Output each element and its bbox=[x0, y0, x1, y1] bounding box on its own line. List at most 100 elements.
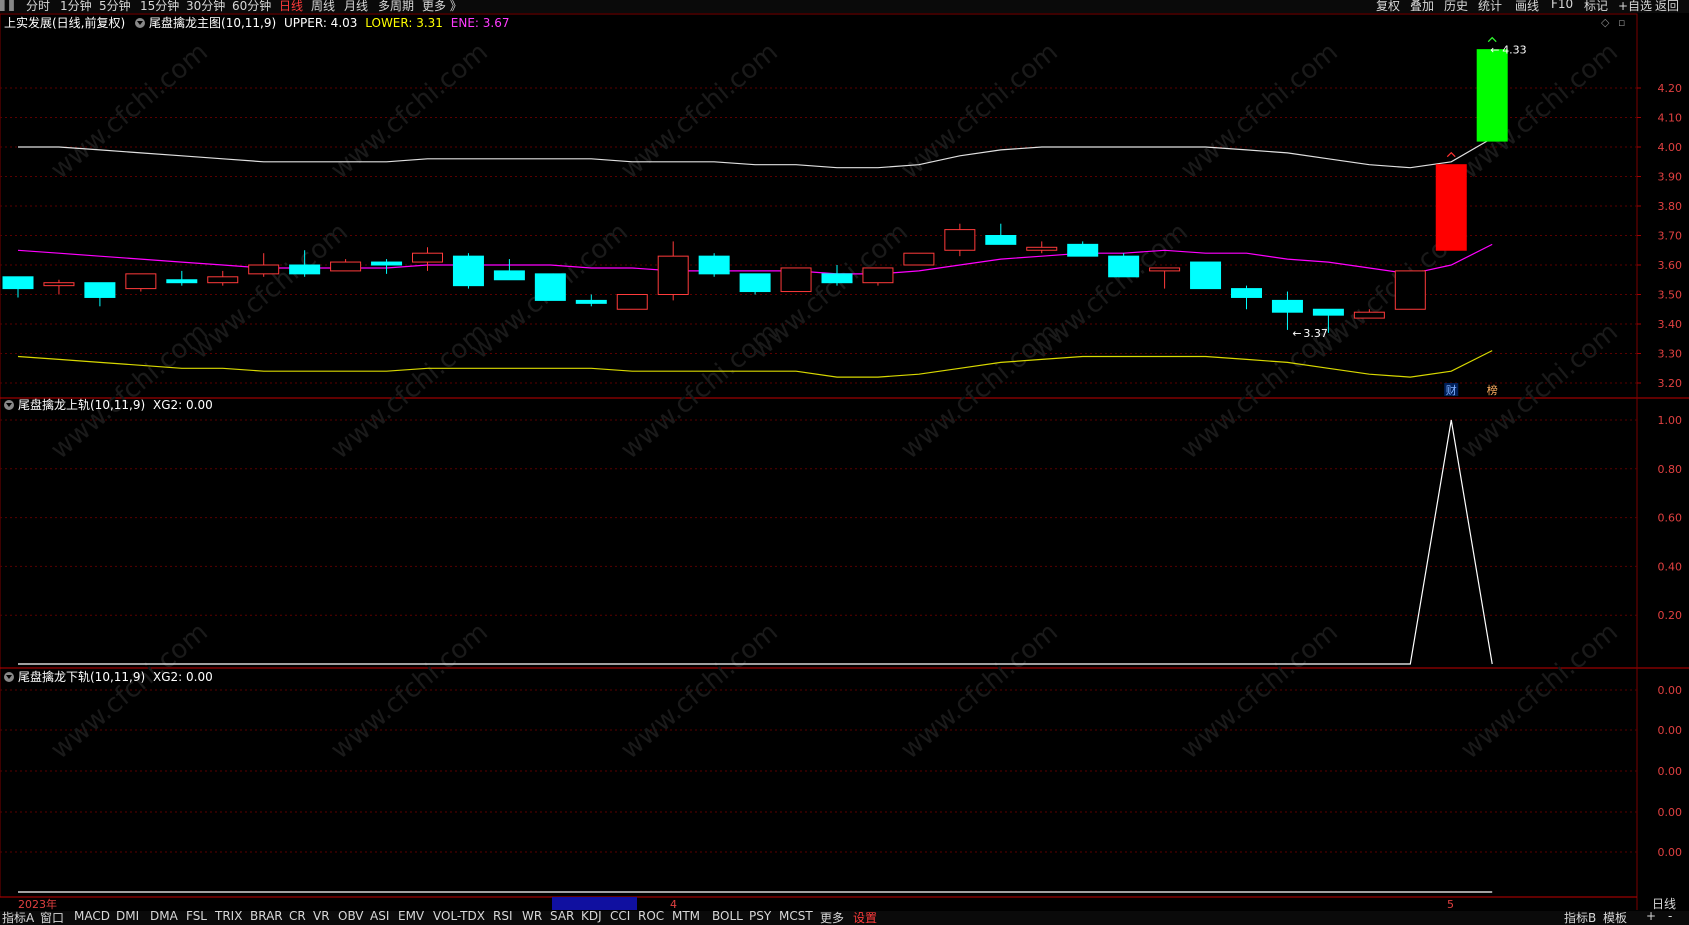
candle-body-down[interactable] bbox=[985, 235, 1017, 245]
lower-value: LOWER: 3.31 bbox=[365, 16, 443, 30]
candle-body-down[interactable] bbox=[493, 270, 525, 281]
candle-body-down[interactable] bbox=[166, 279, 198, 284]
tab-trix[interactable]: TRIX bbox=[215, 911, 242, 923]
tab-cr[interactable]: CR bbox=[289, 911, 306, 923]
tab-emv[interactable]: EMV bbox=[398, 911, 424, 923]
candle-body-down[interactable] bbox=[1190, 261, 1222, 290]
price-tick-label: 3.70 bbox=[1658, 230, 1683, 243]
tab-sar[interactable]: SAR bbox=[550, 911, 574, 923]
panel3-title[interactable]: 尾盘擒龙下轨(10,11,9) bbox=[18, 670, 145, 684]
tab-dmi[interactable]: DMI bbox=[116, 911, 139, 923]
window-icon[interactable]: ▫ bbox=[1618, 16, 1625, 29]
candle-body-down[interactable] bbox=[739, 273, 771, 293]
candle-body-up[interactable] bbox=[944, 229, 976, 251]
tab-mtm[interactable]: MTM bbox=[672, 911, 700, 923]
tab-wr[interactable]: WR bbox=[522, 911, 542, 923]
main-indicator-name[interactable]: 尾盘擒龙主图(10,11,9) bbox=[149, 16, 276, 30]
tab-vr[interactable]: VR bbox=[313, 911, 330, 923]
tab-psy[interactable]: PSY bbox=[749, 911, 771, 923]
tab-more[interactable]: 更多 bbox=[820, 911, 844, 925]
year-label: 2023年 bbox=[18, 897, 57, 911]
candle-body-down[interactable] bbox=[1108, 255, 1140, 278]
tab-cci[interactable]: CCI bbox=[610, 911, 630, 923]
watermark: www.cfchi.com bbox=[895, 617, 1064, 765]
candle-body-up[interactable] bbox=[248, 264, 280, 275]
candle-body-up[interactable] bbox=[1149, 267, 1181, 272]
panel2-header: 尾盘擒龙上轨(10,11,9) XG2: 0.00 bbox=[4, 398, 213, 412]
panel2-tick-label: 1.00 bbox=[1658, 414, 1683, 427]
indicator-a-tab[interactable]: 指标A bbox=[2, 911, 34, 925]
window-tab[interactable]: 窗口 bbox=[40, 911, 64, 925]
price-tick-label: 3.30 bbox=[1658, 348, 1683, 361]
candle-body-down[interactable] bbox=[821, 273, 853, 284]
indicator-b-tab[interactable]: 指标B bbox=[1564, 911, 1596, 925]
candle-body-down[interactable] bbox=[452, 255, 484, 287]
panel3-tick-label: 0.00 bbox=[1658, 765, 1683, 778]
zoom-in-button[interactable]: + bbox=[1646, 911, 1656, 923]
panel3-dropdown-icon[interactable] bbox=[4, 672, 14, 682]
tab-vol-tdx[interactable]: VOL-TDX bbox=[433, 911, 485, 923]
signal-candle[interactable] bbox=[1476, 49, 1508, 142]
panel2-tick-label: 0.60 bbox=[1658, 512, 1683, 525]
candle-body-up[interactable] bbox=[207, 276, 239, 284]
watermark: www.cfchi.com bbox=[185, 217, 354, 365]
tab-mcst[interactable]: MCST bbox=[779, 911, 813, 923]
watermark: www.cfchi.com bbox=[615, 617, 784, 765]
candle-body-up[interactable] bbox=[862, 267, 894, 284]
tab-boll[interactable]: BOLL bbox=[712, 911, 743, 923]
indicator-tabbar: 指标A 窗口 MACD DMI DMA FSL TRIX BRAR CR VR … bbox=[0, 911, 1689, 925]
candle-body-up[interactable] bbox=[780, 267, 812, 293]
candle-body-up[interactable] bbox=[657, 255, 689, 295]
candle-body-up[interactable] bbox=[412, 252, 443, 263]
tab-macd[interactable]: MACD bbox=[74, 911, 110, 923]
candle-body-up[interactable] bbox=[1353, 311, 1385, 319]
candle-body-up[interactable] bbox=[1394, 270, 1426, 310]
upper-band-line bbox=[18, 137, 1493, 169]
indicator-dropdown-icon[interactable] bbox=[135, 18, 146, 28]
panel2-dropdown-icon[interactable] bbox=[4, 400, 14, 410]
candle-body-down[interactable] bbox=[1271, 299, 1303, 313]
candle-body-up[interactable] bbox=[43, 282, 75, 287]
zoom-out-button[interactable]: - bbox=[1668, 911, 1672, 923]
candle-body-down[interactable] bbox=[698, 255, 730, 275]
price-tick-label: 3.80 bbox=[1658, 200, 1683, 213]
template-tab[interactable]: 模板 bbox=[1603, 911, 1627, 925]
tab-fsl[interactable]: FSL bbox=[186, 911, 207, 923]
candle-body-up[interactable] bbox=[1026, 246, 1058, 251]
panel2-title[interactable]: 尾盘擒龙上轨(10,11,9) bbox=[18, 398, 145, 412]
candle-body-up[interactable] bbox=[903, 252, 935, 266]
candle-body-down[interactable] bbox=[2, 276, 34, 290]
month-label: 5 bbox=[1447, 898, 1454, 911]
settings-tab[interactable]: 设置 bbox=[853, 911, 877, 925]
stock-chart[interactable]: www.cfchi.com www.cfchi.com www.cfchi.com w… bbox=[0, 0, 1689, 925]
panel2-tick-label: 0.80 bbox=[1658, 463, 1683, 476]
tab-dma[interactable]: DMA bbox=[150, 911, 178, 923]
candle-body-down[interactable] bbox=[84, 282, 116, 298]
candle-body-down[interactable] bbox=[534, 273, 566, 301]
candle-body-up[interactable] bbox=[125, 273, 157, 290]
candle-body-down[interactable] bbox=[371, 261, 403, 266]
panel3-tick-label: 0.00 bbox=[1658, 684, 1683, 697]
tab-asi[interactable]: ASI bbox=[370, 911, 389, 923]
tab-brar[interactable]: BRAR bbox=[250, 911, 283, 923]
high-marker-arrow: ← bbox=[1490, 44, 1499, 57]
candle-body-up[interactable] bbox=[330, 261, 362, 272]
candle-body-down[interactable] bbox=[1312, 308, 1344, 316]
panel3-tick-label: 0.00 bbox=[1658, 846, 1683, 859]
high-marker-label: 4.33 bbox=[1502, 44, 1527, 57]
candle-body-up[interactable] bbox=[616, 294, 648, 310]
candle-body-down[interactable] bbox=[575, 299, 607, 304]
tab-obv[interactable]: OBV bbox=[338, 911, 364, 923]
price-tick-label: 3.90 bbox=[1658, 171, 1683, 184]
stock-name[interactable]: 上实发展(日线,前复权) bbox=[4, 16, 125, 30]
signal-candle[interactable] bbox=[1435, 164, 1467, 251]
candle-body-down[interactable] bbox=[289, 264, 321, 275]
tab-rsi[interactable]: RSI bbox=[493, 911, 513, 923]
diamond-icon[interactable]: ◇ bbox=[1601, 16, 1609, 29]
candle-body-down[interactable] bbox=[1231, 288, 1262, 298]
candle-body-down[interactable] bbox=[1067, 243, 1099, 257]
price-tick-label: 3.50 bbox=[1658, 289, 1683, 302]
tab-kdj[interactable]: KDJ bbox=[581, 911, 602, 923]
panel3-tick-label: 0.00 bbox=[1658, 806, 1683, 819]
tab-roc[interactable]: ROC bbox=[638, 911, 664, 923]
